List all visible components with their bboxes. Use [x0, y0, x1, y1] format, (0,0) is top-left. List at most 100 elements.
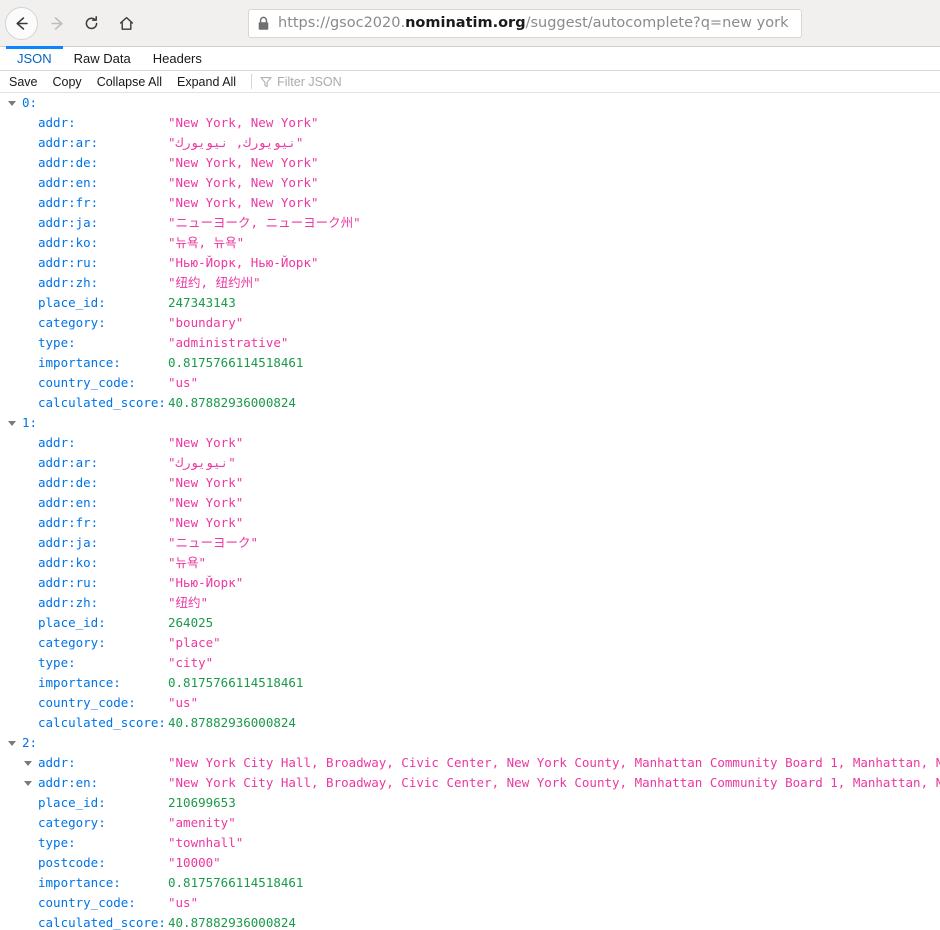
back-button[interactable] [5, 7, 38, 40]
expand-collapse-triangle-icon[interactable] [8, 421, 16, 426]
json-value: 40.87882936000824 [168, 395, 296, 410]
json-property-row[interactable]: addr:ru: "Нью-Йорк, Нью-Йорк" [0, 253, 940, 273]
url-prefix: https://gsoc2020. [278, 15, 406, 32]
collapse-all-button[interactable]: Collapse All [97, 75, 162, 89]
json-property-row[interactable]: type: "administrative" [0, 333, 940, 353]
tab-json[interactable]: JSON [6, 46, 63, 70]
json-value: 40.87882936000824 [168, 715, 296, 730]
json-property-row[interactable]: place_id: 247343143 [0, 293, 940, 313]
tab-label: Headers [152, 51, 202, 66]
json-property-row[interactable]: category: "boundary" [0, 313, 940, 333]
json-array-index-row[interactable]: 2: [0, 733, 940, 753]
expand-collapse-triangle-icon[interactable] [8, 101, 16, 106]
json-value: "New York City Hall, Broadway, Civic Cen… [168, 775, 940, 790]
json-property-row[interactable]: addr:de: "New York, New York" [0, 153, 940, 173]
json-value: 264025 [168, 615, 214, 630]
json-property-row[interactable]: addr:ar: "نيويورك, نيويورك" [0, 133, 940, 153]
json-property-row[interactable]: addr: "New York City Hall, Broadway, Civi… [0, 753, 940, 773]
json-property-row[interactable]: addr:en: "New York, New York" [0, 173, 940, 193]
reload-icon [85, 15, 98, 30]
json-property-row[interactable]: addr:ru: "Нью-Йорк" [0, 573, 940, 593]
reload-button[interactable] [75, 7, 108, 40]
json-key: importance: [38, 355, 121, 370]
json-value: "us" [168, 895, 199, 910]
json-viewer-body[interactable]: 0: addr: "New York, New York" addr:ar: "نيوي… [0, 93, 940, 930]
json-property-row[interactable]: addr: "New York, New York" [0, 113, 940, 133]
json-property-row[interactable]: place_id: 264025 [0, 613, 940, 633]
json-property-row[interactable]: addr:zh: "纽约" [0, 593, 940, 613]
json-property-row[interactable]: importance: 0.8175766114518461 [0, 353, 940, 373]
json-property-row[interactable]: addr:ko: "뉴욕" [0, 553, 940, 573]
json-key: importance: [38, 875, 121, 890]
tab-headers[interactable]: Headers [142, 47, 213, 70]
json-value: 0.8175766114518461 [168, 355, 304, 370]
json-property-row[interactable]: addr:en: "New York" [0, 493, 940, 513]
json-property-row[interactable]: postcode: "10000" [0, 853, 940, 873]
json-property-row[interactable]: country_code: "us" [0, 893, 940, 913]
browser-navigation-toolbar: https://gsoc2020.nominatim.org/suggest/a… [0, 0, 940, 47]
json-value: "New York" [168, 435, 244, 450]
json-property-row[interactable]: category: "place" [0, 633, 940, 653]
json-property-row[interactable]: calculated_score: 40.87882936000824 [0, 713, 940, 733]
json-key: addr:de: [38, 155, 99, 170]
home-button[interactable] [110, 7, 143, 40]
expand-collapse-triangle-icon[interactable] [24, 761, 32, 766]
json-value: "city" [168, 655, 214, 670]
json-property-row[interactable]: addr:en: "New York City Hall, Broadway, C… [0, 773, 940, 793]
json-key: type: [38, 335, 76, 350]
json-key: calculated_score: [38, 915, 166, 930]
padlock-icon [258, 16, 269, 30]
home-icon [119, 16, 134, 30]
json-property-row[interactable]: importance: 0.8175766114518461 [0, 673, 940, 693]
json-key: addr:ru: [38, 575, 99, 590]
json-property-row[interactable]: addr:zh: "纽约, 纽约州" [0, 273, 940, 293]
json-property-row[interactable]: addr:ja: "ニューヨーク" [0, 533, 940, 553]
json-property-row[interactable]: addr:ko: "뉴욕, 뉴욕" [0, 233, 940, 253]
json-property-row[interactable]: country_code: "us" [0, 693, 940, 713]
json-key: type: [38, 835, 76, 850]
json-property-row[interactable]: importance: 0.8175766114518461 [0, 873, 940, 893]
filter-json-input[interactable]: Filter JSON [260, 75, 342, 89]
save-button[interactable]: Save [9, 75, 38, 89]
json-value: "Нью-Йорк, Нью-Йорк" [168, 255, 319, 270]
json-key: addr:fr: [38, 195, 99, 210]
json-property-row[interactable]: addr:fr: "New York, New York" [0, 193, 940, 213]
url-bar[interactable]: https://gsoc2020.nominatim.org/suggest/a… [248, 9, 802, 38]
json-property-row[interactable]: category: "amenity" [0, 813, 940, 833]
json-property-row[interactable]: addr:ja: "ニューヨーク, ニューヨーク州" [0, 213, 940, 233]
expand-all-button[interactable]: Expand All [177, 75, 236, 89]
url-suffix: /suggest/autocomplete?q=new york [525, 15, 789, 32]
json-key: addr:zh: [38, 595, 99, 610]
tab-label: JSON [17, 51, 52, 66]
json-property-row[interactable]: type: "townhall" [0, 833, 940, 853]
json-value: "Нью-Йорк" [168, 575, 244, 590]
json-array-index-row[interactable]: 1: [0, 413, 940, 433]
copy-button[interactable]: Copy [53, 75, 82, 89]
devtools-tab-bar: JSON Raw Data Headers [0, 46, 940, 71]
expand-collapse-triangle-icon[interactable] [8, 741, 16, 746]
json-index-label: 2: [22, 735, 38, 750]
json-property-row[interactable]: addr:de: "New York" [0, 473, 940, 493]
json-array-index-row[interactable]: 0: [0, 93, 940, 113]
json-key: type: [38, 655, 76, 670]
json-property-row[interactable]: addr:fr: "New York" [0, 513, 940, 533]
json-property-row[interactable]: place_id: 210699653 [0, 793, 940, 813]
url-text: https://gsoc2020.nominatim.org/suggest/a… [278, 16, 788, 31]
json-key: calculated_score: [38, 395, 166, 410]
json-property-row[interactable]: addr: "New York" [0, 433, 940, 453]
json-value: "纽约" [168, 595, 209, 610]
tab-raw-data[interactable]: Raw Data [63, 47, 142, 70]
json-key: place_id: [38, 615, 106, 630]
json-property-row[interactable]: calculated_score: 40.87882936000824 [0, 913, 940, 930]
json-key: postcode: [38, 855, 106, 870]
json-property-row[interactable]: addr:ar: "نيويورك" [0, 453, 940, 473]
expand-collapse-triangle-icon[interactable] [24, 781, 32, 786]
json-key: addr:de: [38, 475, 99, 490]
json-index-label: 1: [22, 415, 38, 430]
json-key: category: [38, 635, 106, 650]
json-value: "boundary" [168, 315, 244, 330]
json-property-row[interactable]: calculated_score: 40.87882936000824 [0, 393, 940, 413]
json-value: "place" [168, 635, 221, 650]
json-property-row[interactable]: country_code: "us" [0, 373, 940, 393]
json-property-row[interactable]: type: "city" [0, 653, 940, 673]
